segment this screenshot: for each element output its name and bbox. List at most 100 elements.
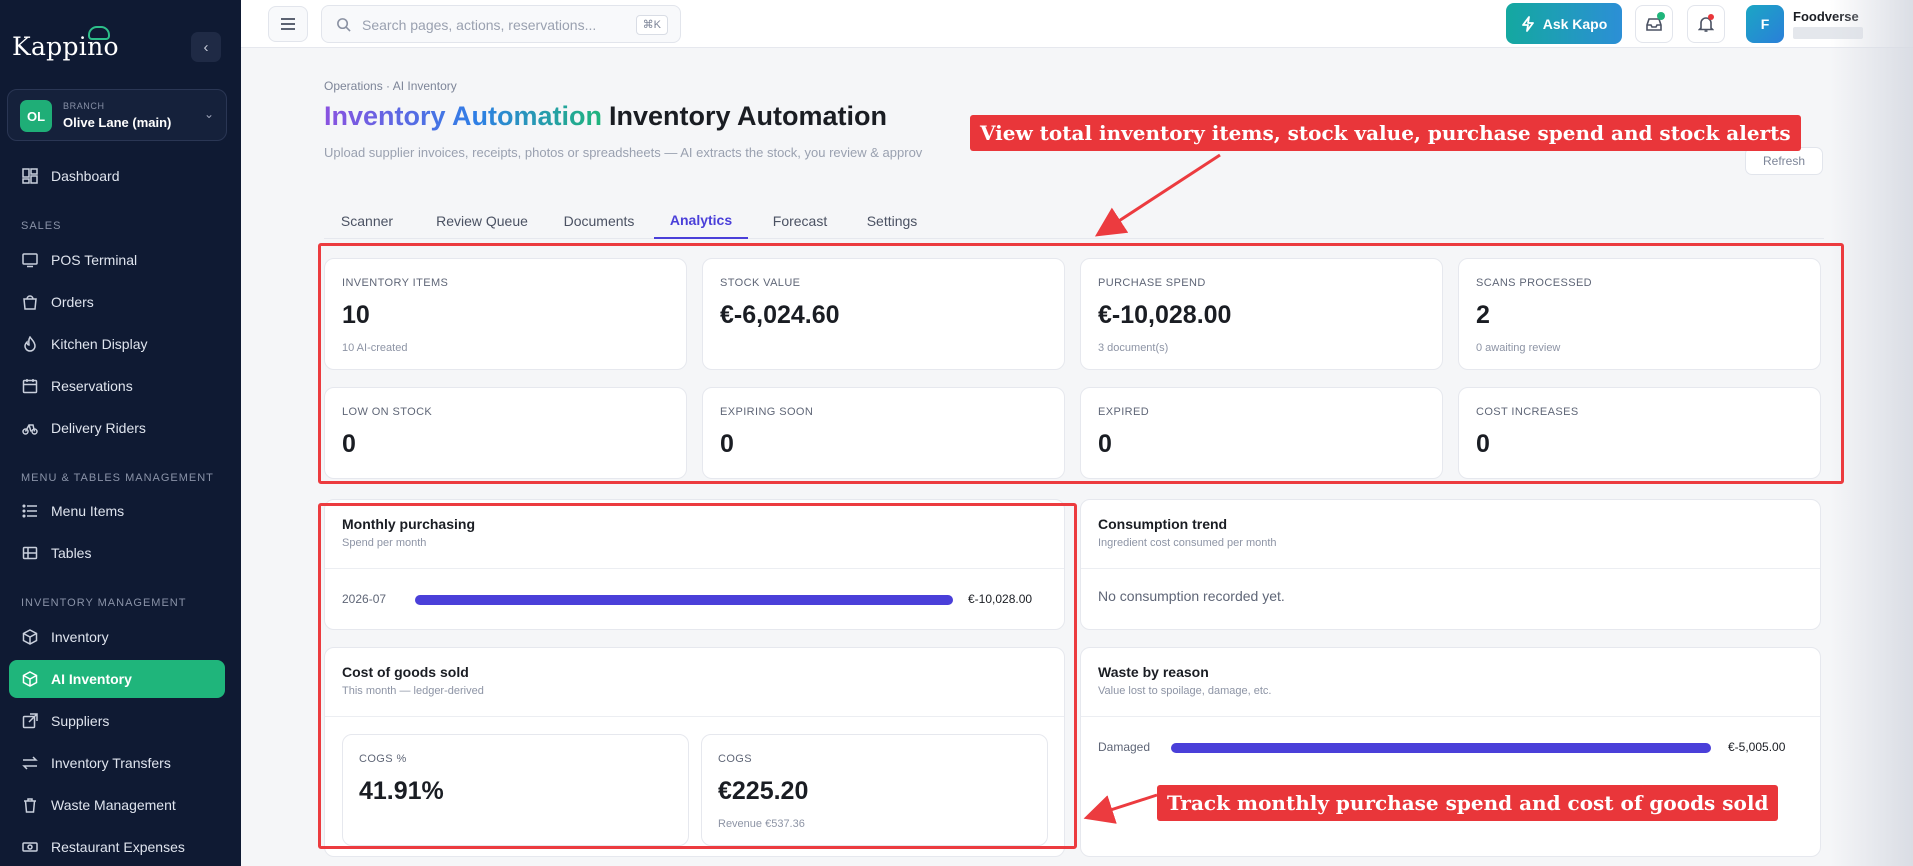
stat-card-stock-value: STOCK VALUE €-6,024.60 <box>702 258 1065 370</box>
stat-value: 10 <box>342 301 370 329</box>
stat-card-scans-processed: SCANS PROCESSED 2 0 awaiting review <box>1458 258 1821 370</box>
shopping-bag-icon <box>21 293 39 311</box>
stat-label: INVENTORY ITEMS <box>342 277 449 289</box>
menu-toggle-button[interactable] <box>268 6 308 42</box>
panel-title: Cost of goods sold <box>342 664 469 680</box>
bar-label: Damaged <box>1098 740 1151 754</box>
sidebar-item-kitchen-display[interactable]: Kitchen Display <box>9 325 225 363</box>
search-icon <box>337 18 351 32</box>
cogs-percent-label: COGS % <box>359 753 407 765</box>
sidebar-item-orders[interactable]: Orders <box>9 283 225 321</box>
sidebar-item-dashboard[interactable]: Dashboard <box>9 157 225 195</box>
stat-card-low-on-stock: LOW ON STOCK 0 <box>324 387 687 479</box>
panel-subtitle: Spend per month <box>342 537 427 549</box>
stat-label: PURCHASE SPEND <box>1098 277 1206 289</box>
stat-value: 0 <box>342 430 356 458</box>
sidebar-item-inventory[interactable]: Inventory <box>9 618 225 656</box>
cogs-percent-card: COGS % 41.91% <box>342 734 689 846</box>
tab-documents[interactable]: Documents <box>551 203 647 239</box>
empty-state-text: No consumption recorded yet. <box>1098 588 1285 604</box>
sidebar-item-label: AI Inventory <box>51 671 132 687</box>
lightning-icon <box>1521 15 1534 32</box>
nav-section-inventory: INVENTORY MANAGEMENT <box>21 597 187 609</box>
divider <box>1081 716 1820 717</box>
stat-value: 2 <box>1476 301 1490 329</box>
calendar-icon <box>21 377 39 395</box>
sidebar-item-tables[interactable]: Tables <box>9 534 225 572</box>
monitor-icon <box>21 251 39 269</box>
cogs-amount-label: COGS <box>718 753 752 765</box>
notifications-button[interactable] <box>1687 5 1725 43</box>
sidebar-item-label: Menu Items <box>51 503 125 519</box>
avatar: F <box>1746 5 1784 43</box>
stat-card-cost-increases: COST INCREASES 0 <box>1458 387 1821 479</box>
flame-icon <box>21 335 39 353</box>
messages-button[interactable] <box>1635 5 1673 43</box>
cogs-percent-value: 41.91% <box>359 777 444 805</box>
refresh-button[interactable]: Refresh <box>1745 147 1823 175</box>
page-title: Inventory Automation Inventory Automation <box>324 101 887 132</box>
panel-title: Monthly purchasing <box>342 516 475 532</box>
bar-fill <box>1171 743 1711 753</box>
search-input[interactable] <box>362 14 622 36</box>
breadcrumb: Operations · AI Inventory <box>324 79 457 93</box>
stat-sub: 3 document(s) <box>1098 342 1169 354</box>
waste-by-reason-panel: Waste by reason Value lost to spoilage, … <box>1080 647 1821 857</box>
stat-card-expired: EXPIRED 0 <box>1080 387 1443 479</box>
sidebar-item-label: POS Terminal <box>51 252 138 268</box>
collapse-sidebar-button[interactable]: ‹ <box>191 32 221 62</box>
topbar: ⌘K Ask Kapo F Foodverse <box>241 0 1913 48</box>
cogs-amount-card: COGS €225.20 Revenue €537.36 <box>701 734 1048 846</box>
sidebar-item-suppliers[interactable]: Suppliers <box>9 702 225 740</box>
sidebar-item-restaurant-expenses[interactable]: Restaurant Expenses <box>9 828 225 866</box>
sidebar-item-label: Inventory <box>51 629 109 645</box>
sidebar-item-waste-management[interactable]: Waste Management <box>9 786 225 824</box>
stat-card-expiring-soon: EXPIRING SOON 0 <box>702 387 1065 479</box>
branch-caption: BRANCH <box>63 101 105 111</box>
nav-section-sales: SALES <box>21 220 62 232</box>
sidebar-item-label: Suppliers <box>51 713 110 729</box>
stat-label: COST INCREASES <box>1476 406 1579 418</box>
sidebar-item-inventory-transfers[interactable]: Inventory Transfers <box>9 744 225 782</box>
tab-review-queue[interactable]: Review Queue <box>422 203 542 239</box>
stat-label: SCANS PROCESSED <box>1476 277 1593 289</box>
ask-kapo-label: Ask Kapo <box>1542 15 1608 32</box>
list-icon <box>21 502 39 520</box>
stat-label: LOW ON STOCK <box>342 406 433 418</box>
tab-settings[interactable]: Settings <box>850 203 934 239</box>
tab-scanner[interactable]: Scanner <box>324 203 410 239</box>
trash-icon <box>21 796 39 814</box>
notification-dot <box>1657 12 1665 20</box>
logo-cloud-icon <box>88 26 110 40</box>
tab-forecast[interactable]: Forecast <box>758 203 842 239</box>
sidebar-item-ai-inventory[interactable]: AI Inventory <box>9 660 225 698</box>
sidebar-item-menu-items[interactable]: Menu Items <box>9 492 225 530</box>
page-title-gradient: Inventory Automation <box>324 101 603 131</box>
external-link-icon <box>21 712 39 730</box>
sidebar-item-pos-terminal[interactable]: POS Terminal <box>9 241 225 279</box>
panel-subtitle: Ingredient cost consumed per month <box>1098 537 1277 549</box>
sidebar-item-delivery-riders[interactable]: Delivery Riders <box>9 409 225 447</box>
ask-kapo-button[interactable]: Ask Kapo <box>1506 3 1622 44</box>
consumption-trend-panel: Consumption trend Ingredient cost consum… <box>1080 499 1821 630</box>
sidebar-item-reservations[interactable]: Reservations <box>9 367 225 405</box>
stat-label: EXPIRED <box>1098 406 1150 418</box>
sidebar-item-label: Waste Management <box>51 797 176 813</box>
sidebar-item-label: Inventory Transfers <box>51 755 171 771</box>
logo-row: Kappino ‹ <box>0 22 241 72</box>
stat-value: 0 <box>1098 430 1112 458</box>
branch-selector[interactable]: OL BRANCH Olive Lane (main) ⌄ <box>7 89 227 141</box>
stat-card-purchase-spend: PURCHASE SPEND €-10,028.00 3 document(s) <box>1080 258 1443 370</box>
chevron-down-icon: ⌄ <box>203 107 214 121</box>
stat-value: 0 <box>720 430 734 458</box>
divider <box>1081 568 1820 569</box>
sidebar-item-label: Restaurant Expenses <box>51 839 185 855</box>
sidebar-item-label: Kitchen Display <box>51 336 148 352</box>
tab-analytics[interactable]: Analytics <box>654 203 748 239</box>
stat-sub: 0 awaiting review <box>1476 342 1561 354</box>
bike-icon <box>21 419 39 437</box>
page-edge-shadow <box>1830 0 1913 866</box>
sidebar-item-label: Reservations <box>51 378 133 394</box>
stat-value: €-10,028.00 <box>1098 301 1232 329</box>
divider <box>325 568 1064 569</box>
